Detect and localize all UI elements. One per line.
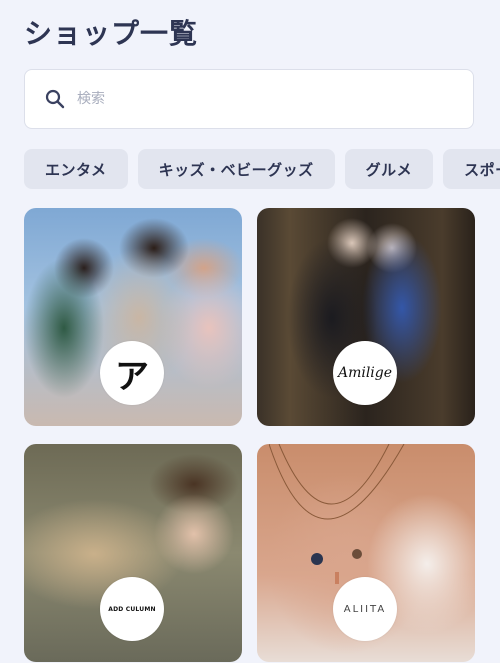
shop-card[interactable]: ア [24, 208, 242, 426]
shop-logo: ALIITA [333, 577, 397, 641]
shop-logo: Amilige [333, 341, 397, 405]
shop-logo: ア [100, 341, 164, 405]
shop-card[interactable]: ADD CULUMN [24, 444, 242, 662]
category-chip-sports[interactable]: スポーツ [443, 149, 500, 189]
shop-logo: ADD CULUMN [100, 577, 164, 641]
category-tabs: エンタメ キッズ・ベビーグッズ グルメ スポーツ [24, 149, 500, 189]
category-chip-entertainment[interactable]: エンタメ [24, 149, 128, 189]
page-title: ショップ一覧 [24, 17, 199, 50]
search-input[interactable] [75, 90, 439, 108]
search-icon [45, 89, 65, 109]
category-chip-gourmet[interactable]: グルメ [344, 149, 434, 189]
category-chip-kids-baby[interactable]: キッズ・ベビーグッズ [137, 149, 335, 189]
necklace-image [269, 444, 405, 584]
shop-card[interactable]: Amilige [257, 208, 475, 426]
shop-card[interactable]: ALIITA [257, 444, 475, 662]
search-box[interactable] [24, 69, 474, 129]
